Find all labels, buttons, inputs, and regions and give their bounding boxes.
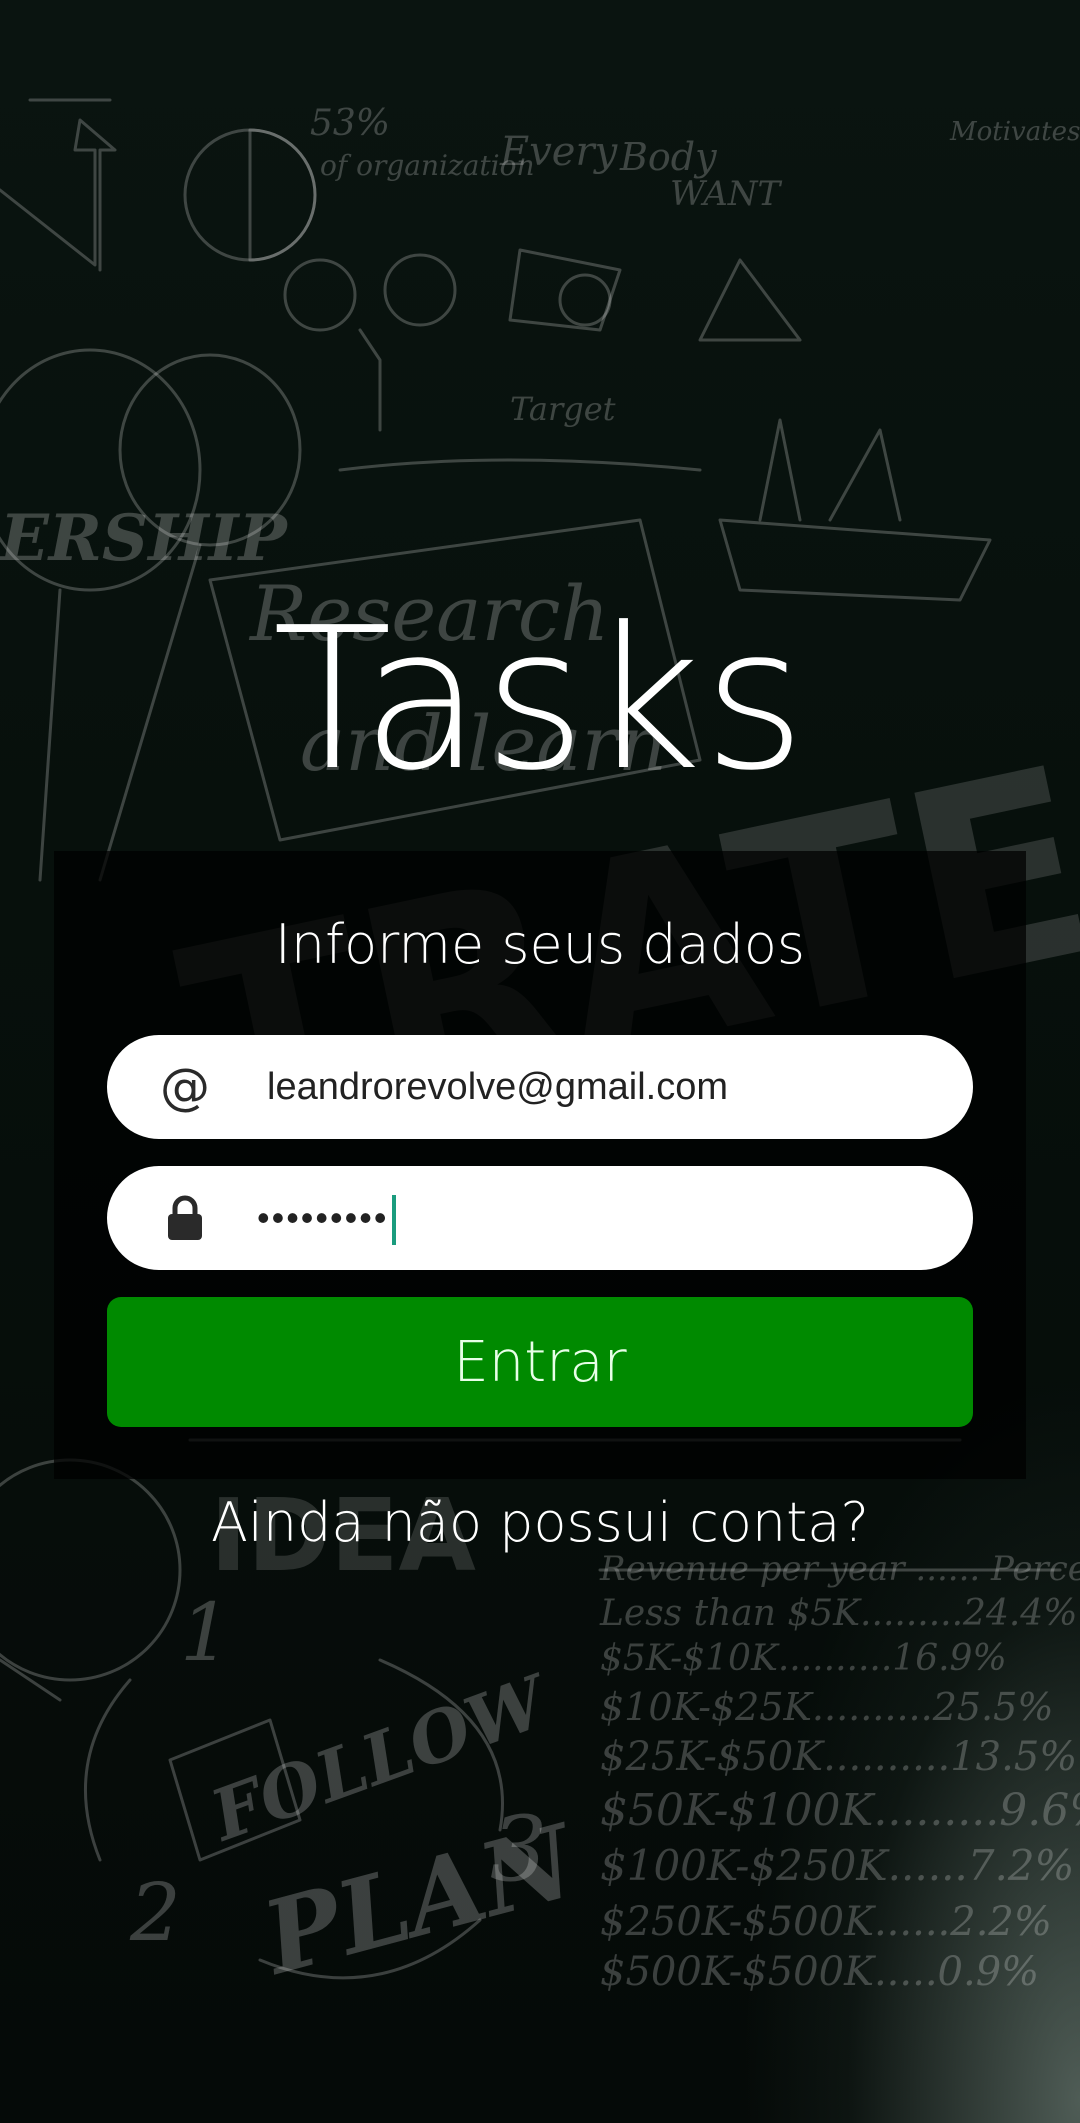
text-caret: [392, 1195, 397, 1246]
email-value: leandrorevolve@gmail.com: [267, 1066, 728, 1108]
at-sign-icon: @: [160, 1058, 210, 1116]
login-button[interactable]: Entrar: [107, 1297, 973, 1427]
password-value: •••••••••: [257, 1166, 397, 1270]
svg-text:ERSHIP: ERSHIP: [0, 501, 289, 576]
email-field[interactable]: @ leandrorevolve@gmail.com: [107, 1035, 973, 1139]
svg-text:Body: Body: [619, 135, 717, 179]
svg-text:$25K-$50K..........13.5%: $25K-$50K..........13.5%: [600, 1734, 1077, 1780]
password-field[interactable]: •••••••••: [107, 1166, 973, 1270]
svg-text:$5K-$10K..........16.9%: $5K-$10K..........16.9%: [600, 1638, 1007, 1679]
svg-text:$500K-$500K.....0.9%: $500K-$500K.....0.9%: [600, 1949, 1039, 1995]
svg-text:$250K-$500K......2.2%: $250K-$500K......2.2%: [600, 1899, 1052, 1945]
login-heading: Informe seus dados: [274, 913, 806, 976]
svg-text:Target: Target: [510, 390, 616, 428]
svg-text:$50K-$100K.........9.6%: $50K-$100K.........9.6%: [600, 1785, 1080, 1836]
svg-text:WANT: WANT: [670, 174, 783, 214]
svg-text:53%: 53%: [310, 103, 390, 144]
signup-link[interactable]: Ainda não possui conta?: [0, 1488, 1080, 1558]
password-mask: •••••••••: [257, 1197, 389, 1238]
svg-text:Motivates: Motivates: [949, 117, 1080, 147]
svg-text:$10K-$25K..........25.5%: $10K-$25K..........25.5%: [600, 1685, 1053, 1729]
app-title: Tasks: [272, 586, 808, 814]
svg-text:Less than $5K.........24.4%: Less than $5K.........24.4%: [599, 1593, 1077, 1634]
svg-text:Every: Every: [499, 129, 619, 175]
svg-text:2: 2: [129, 1866, 181, 1959]
svg-text:1: 1: [180, 1586, 231, 1679]
lock-icon: [155, 1166, 215, 1270]
svg-text:$100K-$250K......7.2%: $100K-$250K......7.2%: [600, 1841, 1074, 1890]
